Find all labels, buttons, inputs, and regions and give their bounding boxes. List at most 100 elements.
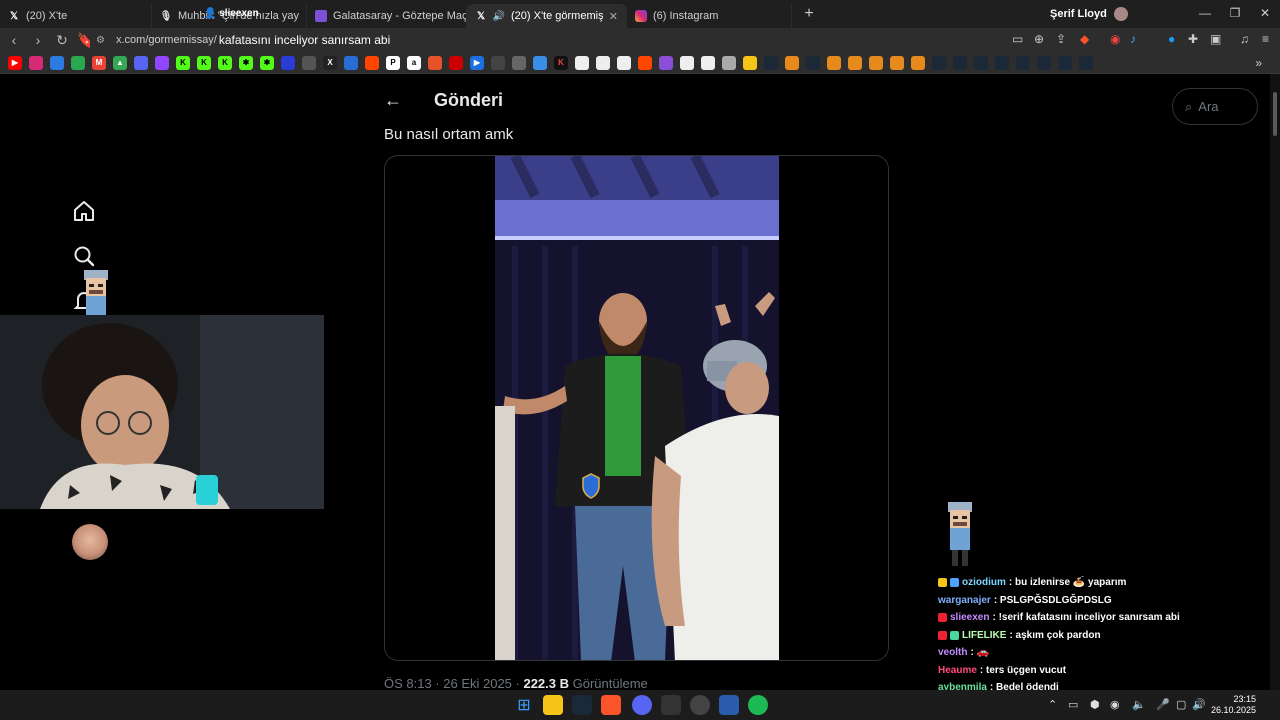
bookmark-icon-grey[interactable] xyxy=(512,55,526,70)
github-bookmark-icon[interactable] xyxy=(575,55,589,70)
steam-bookmark-icon-5[interactable] xyxy=(974,55,988,70)
bookmark-icon-play[interactable]: ▶ xyxy=(470,55,484,70)
back-nav-icon[interactable]: ‹ xyxy=(4,32,24,48)
maximize-icon[interactable]: ❐ xyxy=(1220,6,1250,20)
bookmark-icon-orange-4[interactable] xyxy=(848,55,862,70)
tray-steam-icon[interactable]: ◉ xyxy=(1110,698,1120,711)
p-bookmark-icon[interactable]: P xyxy=(386,55,400,70)
tray-volume-icon[interactable]: 🔈 xyxy=(1132,698,1146,711)
steam-bookmark-icon-8[interactable] xyxy=(1037,55,1051,70)
bookmarks-overflow-icon[interactable]: » xyxy=(1255,56,1262,70)
folder-bookmark-icon[interactable] xyxy=(50,55,64,70)
steam-bookmark-icon-10[interactable] xyxy=(1079,55,1093,70)
amazon-bookmark-icon[interactable]: a xyxy=(407,55,421,70)
cast-icon[interactable]: ▭ xyxy=(1012,32,1023,46)
brave-shield-icon[interactable]: ◆ xyxy=(1080,32,1089,46)
forward-nav-icon[interactable]: › xyxy=(28,32,48,48)
kick-bookmark-icon[interactable]: K xyxy=(176,55,190,70)
bookmark-icon-orange-5[interactable] xyxy=(869,55,883,70)
bookmark-icon-k[interactable]: K xyxy=(554,55,568,70)
gmail-bookmark-icon[interactable]: M xyxy=(92,55,106,70)
tab-x-1[interactable]: 𝕏 (20) X'te xyxy=(0,4,152,28)
bookmark-icon-orange-2[interactable] xyxy=(785,55,799,70)
windows-start-icon[interactable]: ⊞ xyxy=(514,695,534,715)
minimize-icon[interactable]: — xyxy=(1190,6,1220,20)
kick-bookmark-icon-3[interactable]: K xyxy=(218,55,232,70)
steam-bookmark-icon-7[interactable] xyxy=(1016,55,1030,70)
explore-search-icon[interactable] xyxy=(72,244,96,268)
scrollbar-thumb[interactable] xyxy=(1273,92,1277,136)
bookmark-icon-red[interactable] xyxy=(449,55,463,70)
spotify-icon[interactable] xyxy=(748,695,768,715)
zoom-icon[interactable]: ⊕ xyxy=(1034,32,1044,46)
sidebar-icon[interactable]: ▣ xyxy=(1210,32,1221,46)
page-scrollbar[interactable] xyxy=(1270,74,1280,690)
reddit-bookmark-icon-2[interactable] xyxy=(638,55,652,70)
github-bookmark-icon-2[interactable] xyxy=(596,55,610,70)
tray-battery-icon[interactable]: ▭ xyxy=(1068,698,1078,711)
new-tab-button[interactable]: + xyxy=(798,5,820,23)
obs-icon[interactable] xyxy=(690,695,710,715)
bookmark-icon-orange-7[interactable] xyxy=(911,55,925,70)
extension-icon[interactable]: ◉ xyxy=(1110,32,1120,46)
bookmark-icon-orange-3[interactable] xyxy=(827,55,841,70)
bookmark-icon-orange[interactable] xyxy=(428,55,442,70)
tray-speaker-icon[interactable]: 🔊 xyxy=(1192,698,1206,711)
user-avatar[interactable] xyxy=(72,524,108,560)
back-arrow-icon[interactable]: ← xyxy=(384,90,402,111)
steam-bookmark-icon-4[interactable] xyxy=(953,55,967,70)
app-icon-2[interactable] xyxy=(719,695,739,715)
tray-overflow-icon[interactable]: ⌃ xyxy=(1048,698,1057,711)
kick-bookmark-icon-2[interactable]: K xyxy=(197,55,211,70)
reload-icon[interactable]: ↻ xyxy=(52,32,72,49)
share-icon[interactable]: ⇪ xyxy=(1056,32,1066,46)
instagram-bookmark-icon[interactable] xyxy=(29,55,43,70)
bookmark-icon-orange-6[interactable] xyxy=(890,55,904,70)
steam-bookmark-icon-9[interactable] xyxy=(1058,55,1072,70)
menu-icon[interactable]: ≡ xyxy=(1262,32,1269,46)
steam-bookmark-icon-2[interactable] xyxy=(806,55,820,70)
reddit-bookmark-icon[interactable] xyxy=(365,55,379,70)
bookmark-icon-cloud[interactable] xyxy=(533,55,547,70)
site-settings-icon[interactable]: ⚙ xyxy=(96,35,110,46)
github-bookmark-icon-5[interactable] xyxy=(701,55,715,70)
kick-bookmark-icon-5[interactable]: ✱ xyxy=(260,55,274,70)
grid-bookmark-icon[interactable] xyxy=(71,55,85,70)
profile-name[interactable]: Şerif Lloyd xyxy=(1050,7,1128,21)
kick-bookmark-icon-4[interactable]: ✱ xyxy=(239,55,253,70)
url-field[interactable]: ⚙ x.com/gormemissay/ kafatasını inceliyo… xyxy=(90,30,1100,50)
app-icon[interactable] xyxy=(661,695,681,715)
discord-icon[interactable] xyxy=(632,695,652,715)
vpn-icon[interactable]: ● xyxy=(1168,32,1175,46)
close-window-icon[interactable]: ✕ xyxy=(1250,6,1280,20)
github-bookmark-icon-3[interactable] xyxy=(617,55,631,70)
drive-bookmark-icon[interactable]: ▲ xyxy=(113,55,127,70)
bookmark-icon-gear[interactable] xyxy=(302,55,316,70)
mal-bookmark-icon[interactable] xyxy=(491,55,505,70)
steam-bookmark-icon[interactable] xyxy=(764,55,778,70)
home-icon[interactable] xyxy=(72,199,96,223)
close-tab-icon[interactable]: ✕ xyxy=(603,10,618,23)
post-media[interactable] xyxy=(384,155,889,661)
bookmark-icon-globe[interactable] xyxy=(281,55,295,70)
steam-bookmark-icon-6[interactable] xyxy=(995,55,1009,70)
file-explorer-icon[interactable] xyxy=(543,695,563,715)
search-input[interactable]: ⌕ Ara xyxy=(1172,88,1258,125)
github-bookmark-icon-4[interactable] xyxy=(680,55,694,70)
steam-icon[interactable] xyxy=(572,695,592,715)
tray-network-icon[interactable]: ▢ xyxy=(1176,698,1186,711)
twitch-bookmark-icon[interactable] xyxy=(155,55,169,70)
tray-mic-icon[interactable]: 🎤 xyxy=(1156,698,1170,711)
tab-x-active[interactable]: 𝕏 🔊 (20) X'te görmemiş sayıyorum ✕ xyxy=(467,4,627,28)
brave-browser-icon[interactable] xyxy=(601,695,621,715)
tab-instagram[interactable]: (6) Instagram xyxy=(627,4,792,28)
video-player[interactable] xyxy=(495,156,779,660)
tab-galatasaray[interactable]: Galatasaray - Göztepe Maç Özeti (Vid xyxy=(307,4,467,28)
steam-bookmark-icon-3[interactable] xyxy=(932,55,946,70)
bookmark-icon-settings[interactable] xyxy=(722,55,736,70)
media-icon[interactable]: ♫ xyxy=(1240,32,1249,46)
discord-bookmark-icon[interactable] xyxy=(134,55,148,70)
tray-app-icon[interactable]: ⬢ xyxy=(1090,698,1100,711)
x-bookmark-icon[interactable]: X xyxy=(323,55,337,70)
extensions-icon[interactable]: ✚ xyxy=(1188,32,1198,46)
